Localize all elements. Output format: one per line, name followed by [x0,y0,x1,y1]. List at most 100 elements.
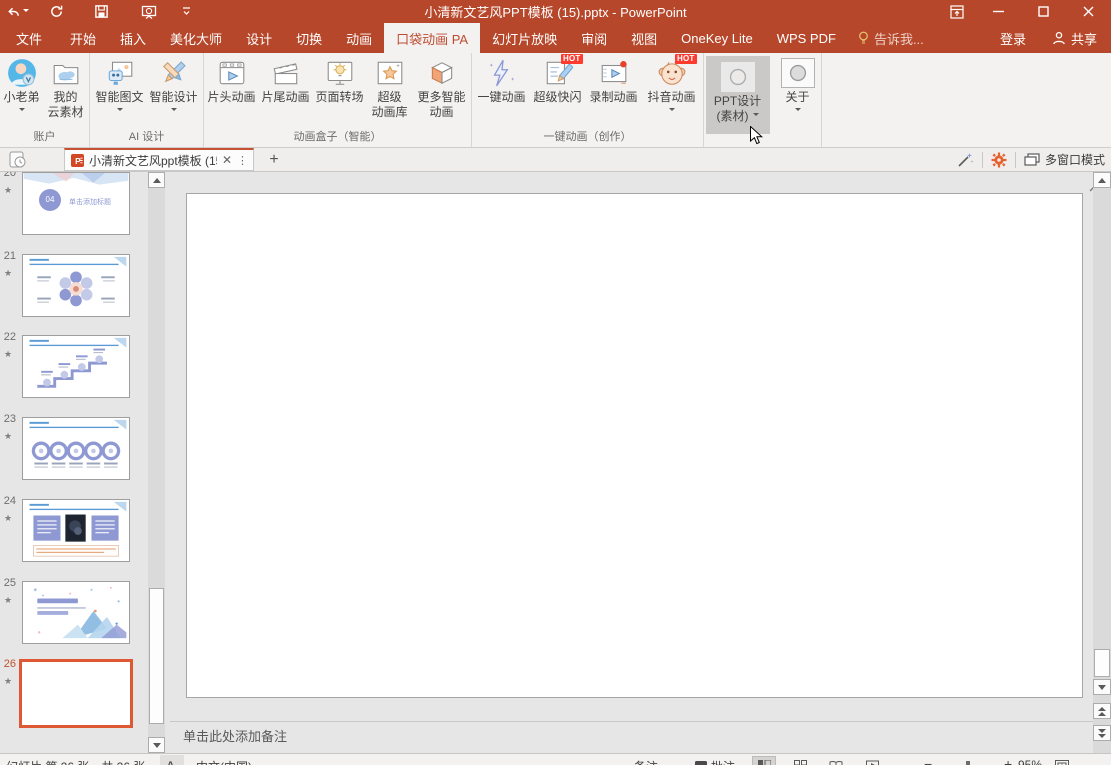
smart-design-button[interactable]: 智能设计 [147,56,201,114]
sign-in-button[interactable]: 登录 [988,23,1038,53]
tab-view[interactable]: 视图 [619,23,669,53]
save-button[interactable] [78,0,124,23]
ribbon-display-options-button[interactable] [938,0,976,23]
opening-animation-button[interactable]: 片头动画 [205,56,259,105]
document-tab-active[interactable]: P 小清新文艺风ppt模板 (15).pptx ✕ ⋮ [64,148,254,171]
circle-placeholder-icon [781,58,815,88]
zoom-slider-handle[interactable] [966,761,970,765]
button-label: 智能图文 [95,90,143,105]
main-scrollbar[interactable] [1093,172,1111,753]
slide-canvas[interactable] [186,193,1083,698]
slide-counter[interactable]: 幻灯片 第 26 张，共 26 张 [6,758,145,765]
notes-divider[interactable] [170,721,1093,722]
recent-documents-button[interactable] [9,151,27,168]
my-cloud-assets-button[interactable]: 我的 云素材 [43,56,89,120]
button-label-line2: (素材) [717,109,759,124]
smart-graphics-button[interactable]: 智能图文 [93,56,147,114]
tab-home[interactable]: 开始 [58,23,108,53]
panel-scrollbar-thumb[interactable] [149,588,164,724]
spellcheck-button[interactable] [160,755,184,765]
ribbon-group-account: 小老弟 我的 云素材 账户 [0,53,90,147]
tab-animations[interactable]: 动画 [334,23,384,53]
close-tab-icon[interactable]: ✕ [222,153,232,167]
fit-to-window-button[interactable] [1050,756,1074,765]
tab-transitions[interactable]: 切换 [284,23,334,53]
ppt-design-assets-button[interactable]: PPT设计 (素材) [706,56,770,134]
onekey-animation-button[interactable]: 一键动画 [474,56,530,105]
zoom-out-button[interactable]: − [924,756,932,765]
slide-thumbnail-20[interactable]: 04 单击添加标题 [22,172,130,235]
next-slide-button[interactable] [1093,725,1111,741]
tab-meihua-master[interactable]: 美化大师 [158,23,234,53]
hot-badge: HOT [675,54,697,64]
button-label: 页面转场 [315,90,363,105]
tab-review[interactable]: 审阅 [569,23,619,53]
customize-qat-button[interactable] [174,0,198,23]
cloud-folder-icon [51,58,81,88]
undo-button[interactable] [0,0,34,23]
monkey-icon: HOT [657,58,687,88]
maximize-button[interactable] [1021,0,1066,23]
slide-thumbnail-25[interactable] [22,581,130,644]
button-label: 片尾动画 [261,90,309,105]
redo-button[interactable] [34,0,78,23]
close-button[interactable] [1066,0,1111,23]
super-animation-library-button[interactable]: 超级 动画库 [367,56,413,120]
slide-sorter-view-button[interactable] [788,756,812,765]
about-button[interactable]: 关于 [776,56,820,114]
slide-thumbnail-26-selected[interactable] [19,659,133,728]
zoom-in-button[interactable]: + [1004,756,1012,765]
button-label-line2: 动画 [429,105,453,120]
more-smart-animation-button[interactable]: 更多智能 动画 [413,56,471,120]
tab-onekey-lite[interactable]: OneKey Lite [669,23,765,53]
panel-scrollbar[interactable] [148,172,165,753]
slideshow-view-button[interactable] [860,756,884,765]
start-slideshow-button[interactable] [124,0,174,23]
xiaolaodi-button[interactable]: 小老弟 [1,56,43,114]
button-label-line2: 动画库 [371,105,407,120]
scroll-up-button[interactable] [148,172,165,188]
ending-animation-button[interactable]: 片尾动画 [259,56,313,105]
super-flash-button[interactable]: HOT 超级快闪 [530,56,586,105]
scroll-up-button[interactable] [1093,172,1111,188]
status-bar: 幻灯片 第 26 张，共 26 张 中文(中国) 备注 批注 − + 95% [0,753,1111,765]
avatar-icon [7,58,37,88]
page-transition-button[interactable]: 页面转场 [313,56,367,105]
slide-thumbnail-22[interactable] [22,335,130,398]
zoom-level[interactable]: 95% [1018,758,1042,765]
record-animation-button[interactable]: 录制动画 [586,56,642,105]
history-icon [9,151,27,168]
notes-placeholder[interactable]: 单击此处添加备注 [183,726,287,745]
notes-toggle[interactable]: 备注 [622,758,658,765]
scroll-down-button[interactable] [148,737,165,753]
chevron-down-icon [669,108,675,114]
note-pencil-icon: HOT [543,58,573,88]
settings-gear-button[interactable] [991,152,1007,168]
comments-toggle[interactable]: 批注 [695,758,735,765]
reading-view-button[interactable] [824,756,848,765]
scroll-down-button[interactable] [1093,679,1111,695]
magic-wand-button[interactable] [957,151,974,168]
share-button[interactable]: 共享 [1038,23,1111,53]
new-tab-button[interactable]: + [262,149,286,171]
tab-slideshow[interactable]: 幻灯片放映 [480,23,569,53]
tab-pocket-animation[interactable]: 口袋动画 PA [384,23,480,53]
tell-me-box[interactable]: 告诉我... [848,23,934,53]
slide-thumbnail-21[interactable] [22,254,130,317]
slide-thumbnail-23[interactable] [22,417,130,480]
tab-insert[interactable]: 插入 [108,23,158,53]
language-indicator[interactable]: 中文(中国) [196,758,252,765]
framed-star-icon [375,58,405,88]
slide-number: 23 [0,413,16,425]
main-scrollbar-thumb[interactable] [1094,649,1110,677]
slide-thumbnail-24[interactable] [22,499,130,562]
tab-design[interactable]: 设计 [234,23,284,53]
tab-more-icon[interactable]: ⋮ [237,154,247,167]
tab-wps-pdf[interactable]: WPS PDF [765,23,848,53]
previous-slide-button[interactable] [1093,703,1111,719]
douyin-animation-button[interactable]: HOT 抖音动画 [642,56,702,114]
minimize-button[interactable] [976,0,1021,23]
multi-window-mode-button[interactable]: 多窗口模式 [1024,151,1105,168]
normal-view-button[interactable] [752,756,776,765]
tab-file[interactable]: 文件 [0,23,58,53]
